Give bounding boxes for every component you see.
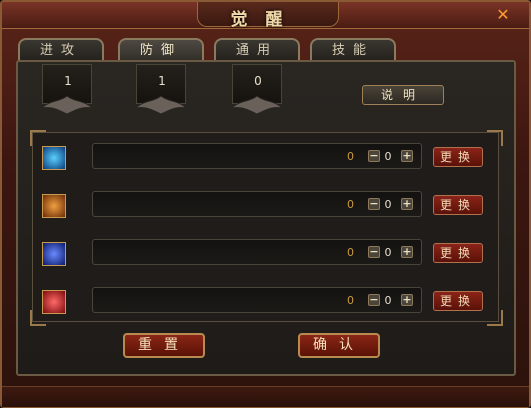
tab-attack[interactable]: 进攻 — [18, 38, 104, 62]
ornament-icon — [134, 95, 188, 115]
swap-button-2[interactable]: 更换 — [433, 195, 483, 215]
warrior-icon[interactable] — [42, 194, 66, 218]
title-bar: 觉醒 ✕ — [2, 2, 529, 30]
attribute-value-3: 0 — [347, 246, 354, 259]
window-title: 觉醒 — [230, 10, 301, 30]
banner-value-1: 1 — [64, 74, 72, 88]
swap-button-3[interactable]: 更换 — [433, 243, 483, 263]
attribute-count-1: 0 — [384, 150, 392, 163]
sword-shield-icon[interactable] — [42, 242, 66, 266]
tab-general[interactable]: 通用 — [214, 38, 300, 62]
plus-button[interactable]: + — [401, 294, 413, 306]
attribute-count-2: 0 — [384, 198, 392, 211]
swap-button-1[interactable]: 更换 — [433, 147, 483, 167]
bottom-ornament — [2, 386, 529, 407]
minus-button[interactable]: − — [368, 246, 380, 258]
attribute-value-4: 0 — [347, 294, 354, 307]
attribute-count-3: 0 — [384, 246, 392, 259]
plus-button[interactable]: + — [401, 246, 413, 258]
attribute-count-4: 0 — [384, 294, 392, 307]
ornament-icon — [40, 95, 94, 115]
reset-button[interactable]: 重置 — [123, 333, 205, 358]
red-shield-icon[interactable] — [42, 290, 66, 314]
plus-button[interactable]: + — [401, 198, 413, 210]
awakening-window: 觉醒 ✕ 进攻 防御 通用 技能 1 1 0 说明 0 − 0 + 更换 0 −… — [0, 0, 531, 408]
explain-button[interactable]: 说明 — [362, 85, 444, 105]
body-aura-icon[interactable] — [42, 146, 66, 170]
tab-skills[interactable]: 技能 — [310, 38, 396, 62]
minus-button[interactable]: − — [368, 198, 380, 210]
corner-ornament — [487, 130, 503, 146]
corner-ornament — [487, 310, 503, 326]
attribute-value-1: 0 — [347, 150, 354, 163]
banner-value-3: 0 — [254, 74, 262, 88]
minus-button[interactable]: − — [368, 294, 380, 306]
swap-button-4[interactable]: 更换 — [433, 291, 483, 311]
banner-value-2: 1 — [158, 74, 166, 88]
minus-button[interactable]: − — [368, 150, 380, 162]
confirm-button[interactable]: 确认 — [298, 333, 380, 358]
ornament-icon — [230, 95, 284, 115]
corner-ornament — [30, 130, 46, 146]
close-icon[interactable]: ✕ — [495, 7, 511, 23]
attribute-value-2: 0 — [347, 198, 354, 211]
plus-button[interactable]: + — [401, 150, 413, 162]
